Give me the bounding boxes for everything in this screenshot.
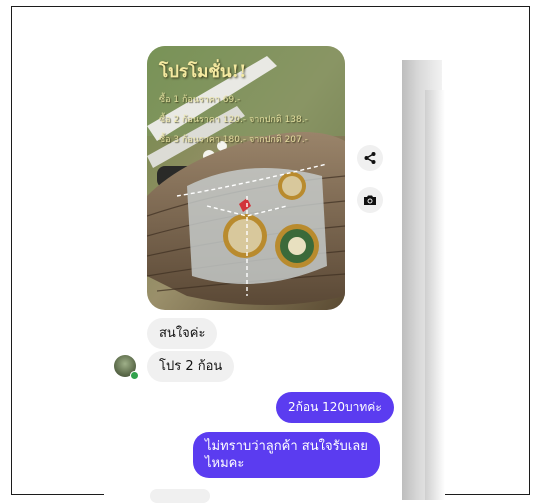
product-photo[interactable]: โปรโมชั่น!! ซื้อ 1 ก้อนราคา 69.- ซื้อ 2 … — [147, 46, 345, 310]
message-incoming[interactable]: สนใจค่ะ — [147, 318, 218, 349]
message-incoming-partial[interactable] — [150, 489, 210, 503]
message-outgoing[interactable]: ไม่ทราบว่าลูกค้า สนใจรับเลย ไหมคะ — [193, 432, 380, 478]
message-outgoing[interactable]: 2ก้อน 120บาทค่ะ — [276, 392, 394, 423]
edge-shadow-inner — [425, 90, 445, 500]
online-indicator — [130, 371, 139, 380]
message-incoming[interactable]: โปร 2 ก้อน — [147, 351, 235, 382]
promo-line-2: ซื้อ 2 ก้อนราคา 120.- จากปกติ 138.- — [159, 115, 308, 125]
camera-icon — [364, 195, 376, 205]
camera-button[interactable] — [357, 187, 383, 213]
promo-line-3: ซื้อ 3 ก้อนราคา 180.- จากปกติ 207.- — [159, 135, 308, 145]
promo-title: โปรโมชั่น!! — [159, 62, 247, 82]
share-button[interactable] — [357, 145, 383, 171]
message-line: ไม่ทราบว่าลูกค้า สนใจรับเลย — [205, 439, 368, 454]
promo-overlay: โปรโมชั่น!! ซื้อ 1 ก้อนราคา 69.- ซื้อ 2 … — [147, 46, 345, 310]
share-icon — [364, 152, 376, 164]
message-line: ไหมคะ — [205, 456, 245, 471]
promo-line-1: ซื้อ 1 ก้อนราคา 69.- — [159, 95, 241, 105]
